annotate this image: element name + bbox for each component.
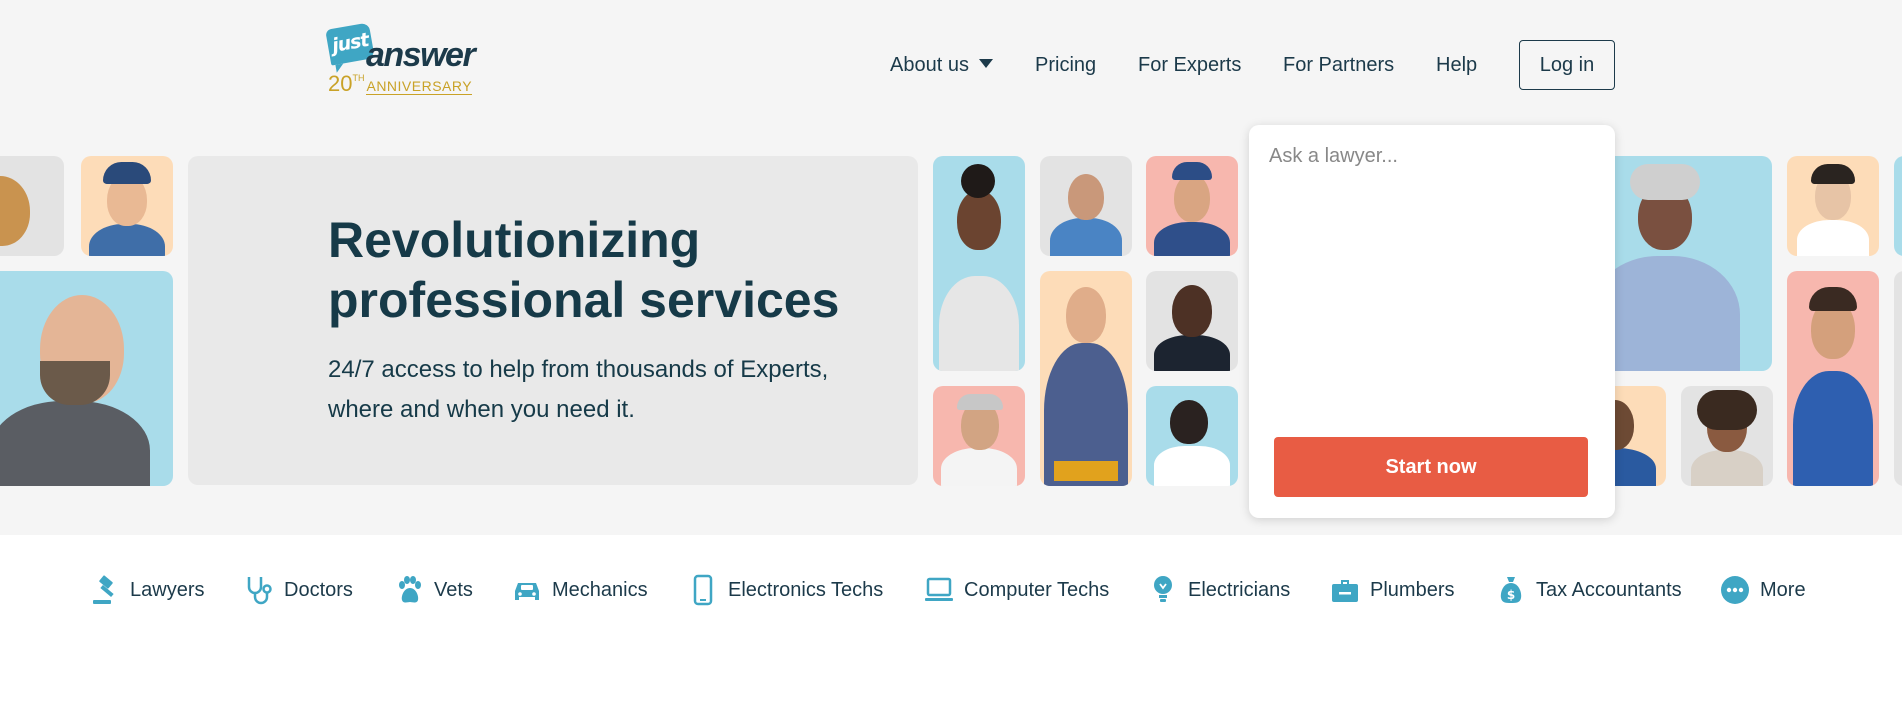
gavel-icon (93, 575, 114, 604)
ask-question-input[interactable] (1269, 145, 1595, 415)
more-icon (1721, 576, 1749, 604)
category-electronics-techs[interactable]: Electronics Techs (688, 572, 883, 608)
nav-help[interactable]: Help (1436, 54, 1477, 77)
expert-photo (1146, 386, 1238, 486)
expert-photo (81, 156, 173, 256)
money-bag-icon: $ (1500, 577, 1522, 603)
expert-photo (1787, 156, 1879, 256)
lightbulb-icon (1154, 576, 1172, 602)
expert-photo (1146, 156, 1238, 256)
category-label: Tax Accountants (1536, 578, 1682, 601)
category-vets[interactable]: Vets (394, 572, 473, 608)
expert-photo (1040, 271, 1132, 486)
category-tax-accountants[interactable]: $ Tax Accountants (1496, 572, 1682, 608)
paw-icon (399, 576, 421, 603)
category-electricians[interactable]: Electricians (1148, 572, 1290, 608)
nav-about-us[interactable]: About us (890, 54, 993, 77)
caret-down-icon (978, 59, 993, 69)
category-lawyers[interactable]: Lawyers (90, 572, 204, 608)
main-nav: About us Pricing For Experts For Partner… (0, 40, 1902, 90)
category-label: Electronics Techs (728, 578, 884, 601)
nav-for-partners[interactable]: For Partners (1283, 54, 1394, 77)
start-now-button[interactable]: Start now (1274, 437, 1588, 497)
login-button[interactable]: Log in (1519, 40, 1615, 90)
hero-title: Revolutionizing professional services (328, 212, 840, 328)
nav-for-experts[interactable]: For Experts (1138, 54, 1241, 77)
nav-pricing[interactable]: Pricing (1035, 54, 1096, 77)
category-label: Computer Techs (964, 578, 1110, 601)
expert-photo (1040, 156, 1132, 256)
expert-photo (1787, 271, 1879, 486)
toolbox-icon (1332, 580, 1358, 602)
category-doctors[interactable]: Doctors (244, 572, 353, 608)
expert-photo (933, 386, 1025, 486)
expert-photo (1681, 386, 1773, 486)
category-plumbers[interactable]: Plumbers (1330, 572, 1454, 608)
car-icon (515, 583, 539, 600)
laptop-icon (925, 577, 953, 601)
category-computer-techs[interactable]: Computer Techs (924, 572, 1109, 608)
expert-photo (1894, 271, 1902, 486)
hero-subtitle: 24/7 access to help from thousands of Ex… (328, 356, 829, 423)
category-label: Plumbers (1370, 578, 1455, 601)
nav-about-us-label: About us (890, 54, 969, 76)
category-label: More (1760, 578, 1806, 601)
expert-photo (933, 156, 1025, 371)
category-label: Doctors (284, 578, 353, 601)
category-mechanics[interactable]: Mechanics (512, 572, 648, 608)
ask-question-card: Start now (1249, 125, 1615, 518)
category-label: Mechanics (552, 578, 648, 601)
category-more[interactable]: More (1720, 572, 1806, 608)
category-label: Electricians (1188, 578, 1291, 601)
category-label: Vets (434, 578, 473, 601)
expert-photo (1894, 156, 1902, 256)
expert-photo (0, 156, 64, 256)
category-bar: Lawyers Doctors Vets Mechanics Electroni… (0, 566, 1902, 614)
svg-text:$: $ (1507, 588, 1515, 602)
category-label: Lawyers (130, 578, 205, 601)
expert-photo (0, 271, 173, 486)
expert-photo (1146, 271, 1238, 371)
stethoscope-icon (247, 577, 272, 605)
phone-icon (693, 574, 713, 606)
